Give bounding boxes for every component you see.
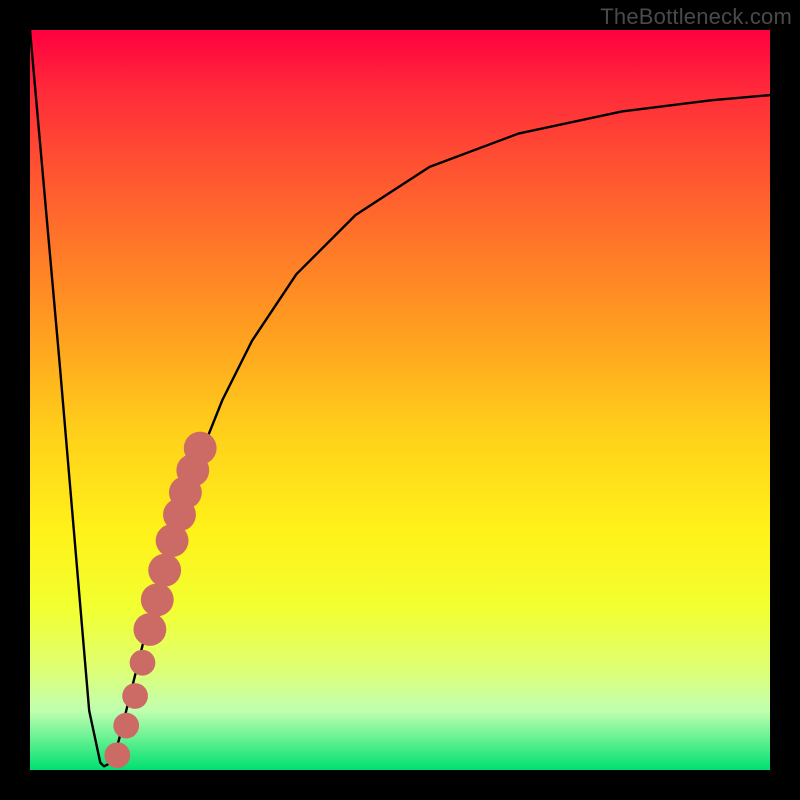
data-marker — [148, 554, 181, 587]
chart-frame: TheBottleneck.com — [0, 0, 800, 800]
marker-group — [104, 432, 216, 768]
watermark-text: TheBottleneck.com — [600, 4, 792, 30]
data-marker — [141, 583, 174, 616]
data-marker — [133, 613, 166, 646]
data-marker — [104, 742, 130, 768]
data-marker — [113, 713, 139, 739]
data-marker — [130, 650, 156, 676]
data-marker — [184, 432, 217, 465]
data-marker — [122, 683, 148, 709]
plot-area — [30, 30, 770, 770]
chart-svg — [30, 30, 770, 770]
